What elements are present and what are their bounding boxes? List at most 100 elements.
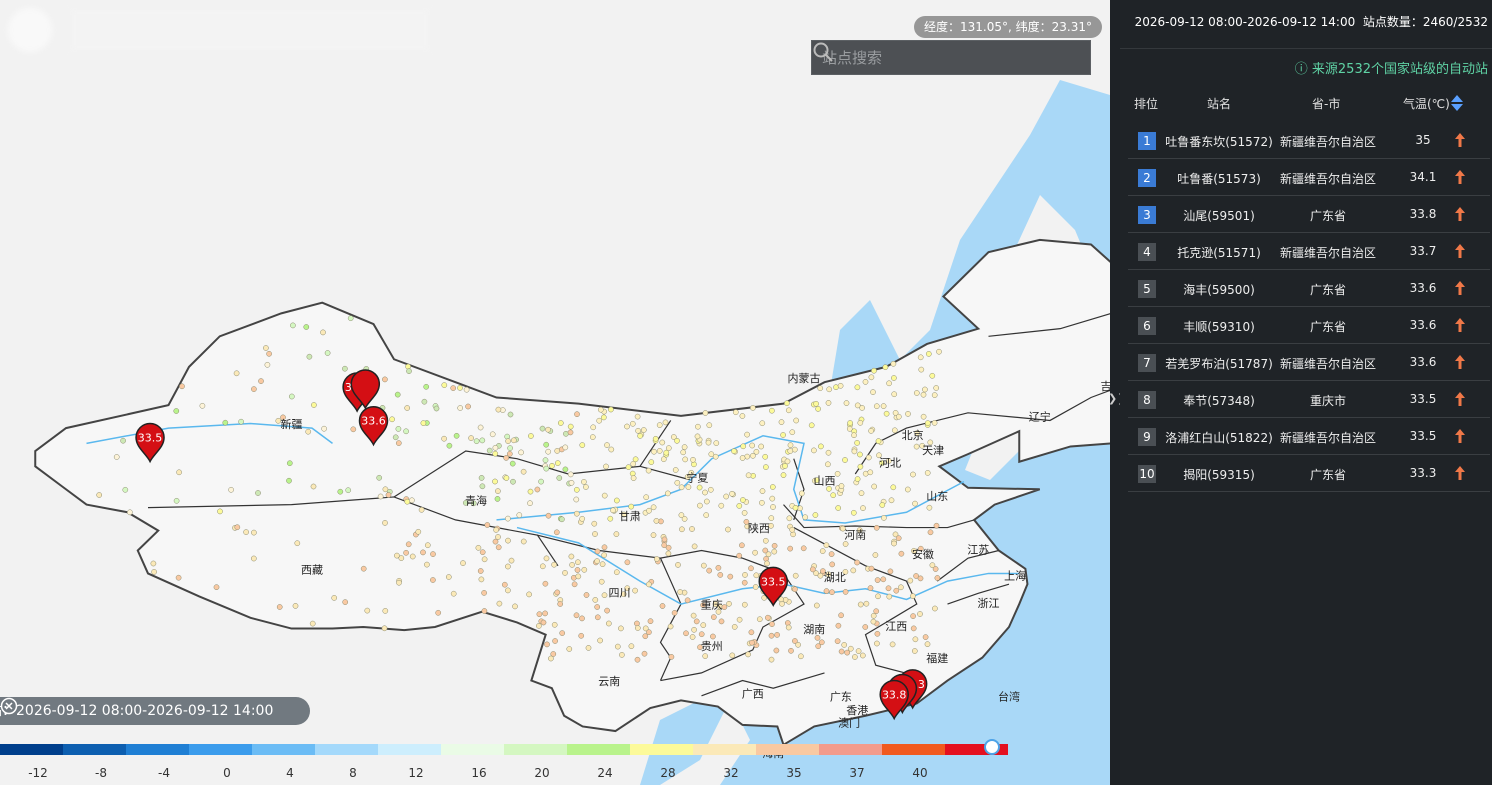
station-dot[interactable] [382, 520, 388, 526]
station-dot[interactable] [870, 389, 876, 395]
station-dot[interactable] [173, 408, 180, 414]
station-dot[interactable] [712, 453, 719, 460]
station-dot[interactable] [526, 591, 532, 598]
station-dot[interactable] [381, 625, 388, 632]
station-dot[interactable] [543, 555, 550, 562]
station-dot[interactable] [477, 568, 484, 574]
search-icon[interactable] [812, 41, 834, 63]
station-dot[interactable] [868, 428, 874, 434]
station-dot[interactable] [450, 590, 457, 597]
station-dot[interactable] [890, 360, 897, 367]
station-dot[interactable] [150, 560, 157, 567]
ranking-row[interactable]: 1 吐鲁番东坎(51572) 新疆维吾尔自治区 35 [1128, 122, 1490, 159]
station-dot[interactable] [342, 599, 349, 605]
station-dot[interactable] [842, 541, 849, 547]
station-dot[interactable] [628, 643, 635, 650]
station-dot[interactable] [749, 639, 755, 646]
station-dot[interactable] [176, 469, 182, 476]
station-dot[interactable] [573, 612, 580, 619]
station-dot[interactable] [321, 425, 327, 432]
station-dot[interactable] [851, 448, 858, 455]
station-dot[interactable] [650, 504, 657, 511]
station-dot[interactable] [263, 345, 269, 351]
station-dot[interactable] [764, 560, 770, 567]
station-dot[interactable] [569, 562, 575, 568]
station-dot[interactable] [492, 538, 499, 545]
station-dot[interactable] [557, 420, 564, 426]
station-dot[interactable] [641, 650, 648, 657]
station-dot[interactable] [435, 609, 442, 616]
station-dot[interactable] [217, 508, 223, 515]
station-dot[interactable] [551, 621, 558, 628]
station-dot[interactable] [573, 510, 580, 517]
station-dot[interactable] [441, 382, 448, 388]
station-dot[interactable] [594, 614, 601, 621]
station-dot[interactable] [905, 411, 911, 417]
station-dot[interactable] [784, 400, 790, 407]
station-dot[interactable] [813, 400, 819, 407]
station-dot[interactable] [690, 456, 696, 463]
station-dot[interactable] [723, 493, 730, 500]
station-dot[interactable] [290, 322, 296, 329]
station-dot[interactable] [603, 463, 609, 470]
station-dot[interactable] [562, 570, 568, 576]
station-dot[interactable] [540, 619, 547, 626]
station-dot[interactable] [337, 488, 344, 495]
col-header-temp[interactable]: 气温(℃) [1403, 95, 1450, 112]
station-dot[interactable] [542, 610, 548, 617]
station-dot[interactable] [495, 406, 502, 413]
station-dot[interactable] [618, 625, 624, 632]
ranking-row[interactable]: 8 奉节(57348) 重庆市 33.5 [1128, 381, 1490, 418]
station-dot[interactable] [331, 595, 338, 601]
station-dot[interactable] [534, 486, 541, 493]
station-dot[interactable] [640, 427, 647, 433]
station-dot[interactable] [403, 549, 409, 556]
station-dot[interactable] [871, 483, 878, 490]
station-dot[interactable] [403, 428, 409, 435]
station-dot[interactable] [873, 524, 880, 531]
station-dot[interactable] [592, 597, 599, 603]
station-dot[interactable] [96, 492, 103, 498]
station-dot[interactable] [460, 560, 466, 566]
station-dot[interactable] [697, 502, 703, 509]
station-dot[interactable] [542, 580, 549, 587]
station-dot[interactable] [350, 426, 357, 433]
station-dot[interactable] [911, 648, 918, 654]
station-dot[interactable] [538, 478, 544, 485]
station-dot[interactable] [594, 548, 601, 555]
station-dot[interactable] [122, 486, 129, 493]
station-dot[interactable] [732, 409, 739, 416]
station-dot[interactable] [917, 354, 924, 361]
station-dot[interactable] [510, 437, 517, 444]
station-dot[interactable] [825, 461, 831, 468]
station-dot[interactable] [780, 432, 786, 438]
station-dot[interactable] [292, 603, 299, 609]
station-dot[interactable] [473, 438, 480, 445]
station-dot[interactable] [736, 503, 743, 509]
station-dot[interactable] [453, 432, 460, 439]
station-dot[interactable] [608, 406, 614, 413]
station-dot[interactable] [912, 500, 918, 507]
station-dot[interactable] [478, 475, 485, 481]
station-dot[interactable] [557, 601, 564, 607]
station-dot[interactable] [736, 616, 743, 623]
station-dot[interactable] [479, 483, 486, 490]
station-dot[interactable] [306, 353, 313, 360]
ranking-row[interactable]: 4 托克逊(51571) 新疆维吾尔自治区 33.7 [1128, 233, 1490, 270]
station-dot[interactable] [445, 574, 452, 580]
station-dot[interactable] [528, 433, 534, 439]
station-dot[interactable] [663, 449, 670, 456]
station-dot[interactable] [891, 427, 898, 434]
station-dot[interactable] [817, 385, 824, 392]
station-dot[interactable] [556, 475, 563, 481]
station-dot[interactable] [554, 589, 561, 596]
station-dot[interactable] [589, 434, 596, 440]
station-dot[interactable] [694, 433, 701, 440]
station-dot[interactable] [495, 488, 501, 494]
station-dot[interactable] [931, 420, 938, 426]
station-dot[interactable] [652, 435, 659, 442]
station-dot[interactable] [647, 618, 654, 625]
station-dot[interactable] [486, 447, 493, 454]
station-dot[interactable] [492, 450, 499, 457]
station-dot[interactable] [574, 567, 581, 573]
